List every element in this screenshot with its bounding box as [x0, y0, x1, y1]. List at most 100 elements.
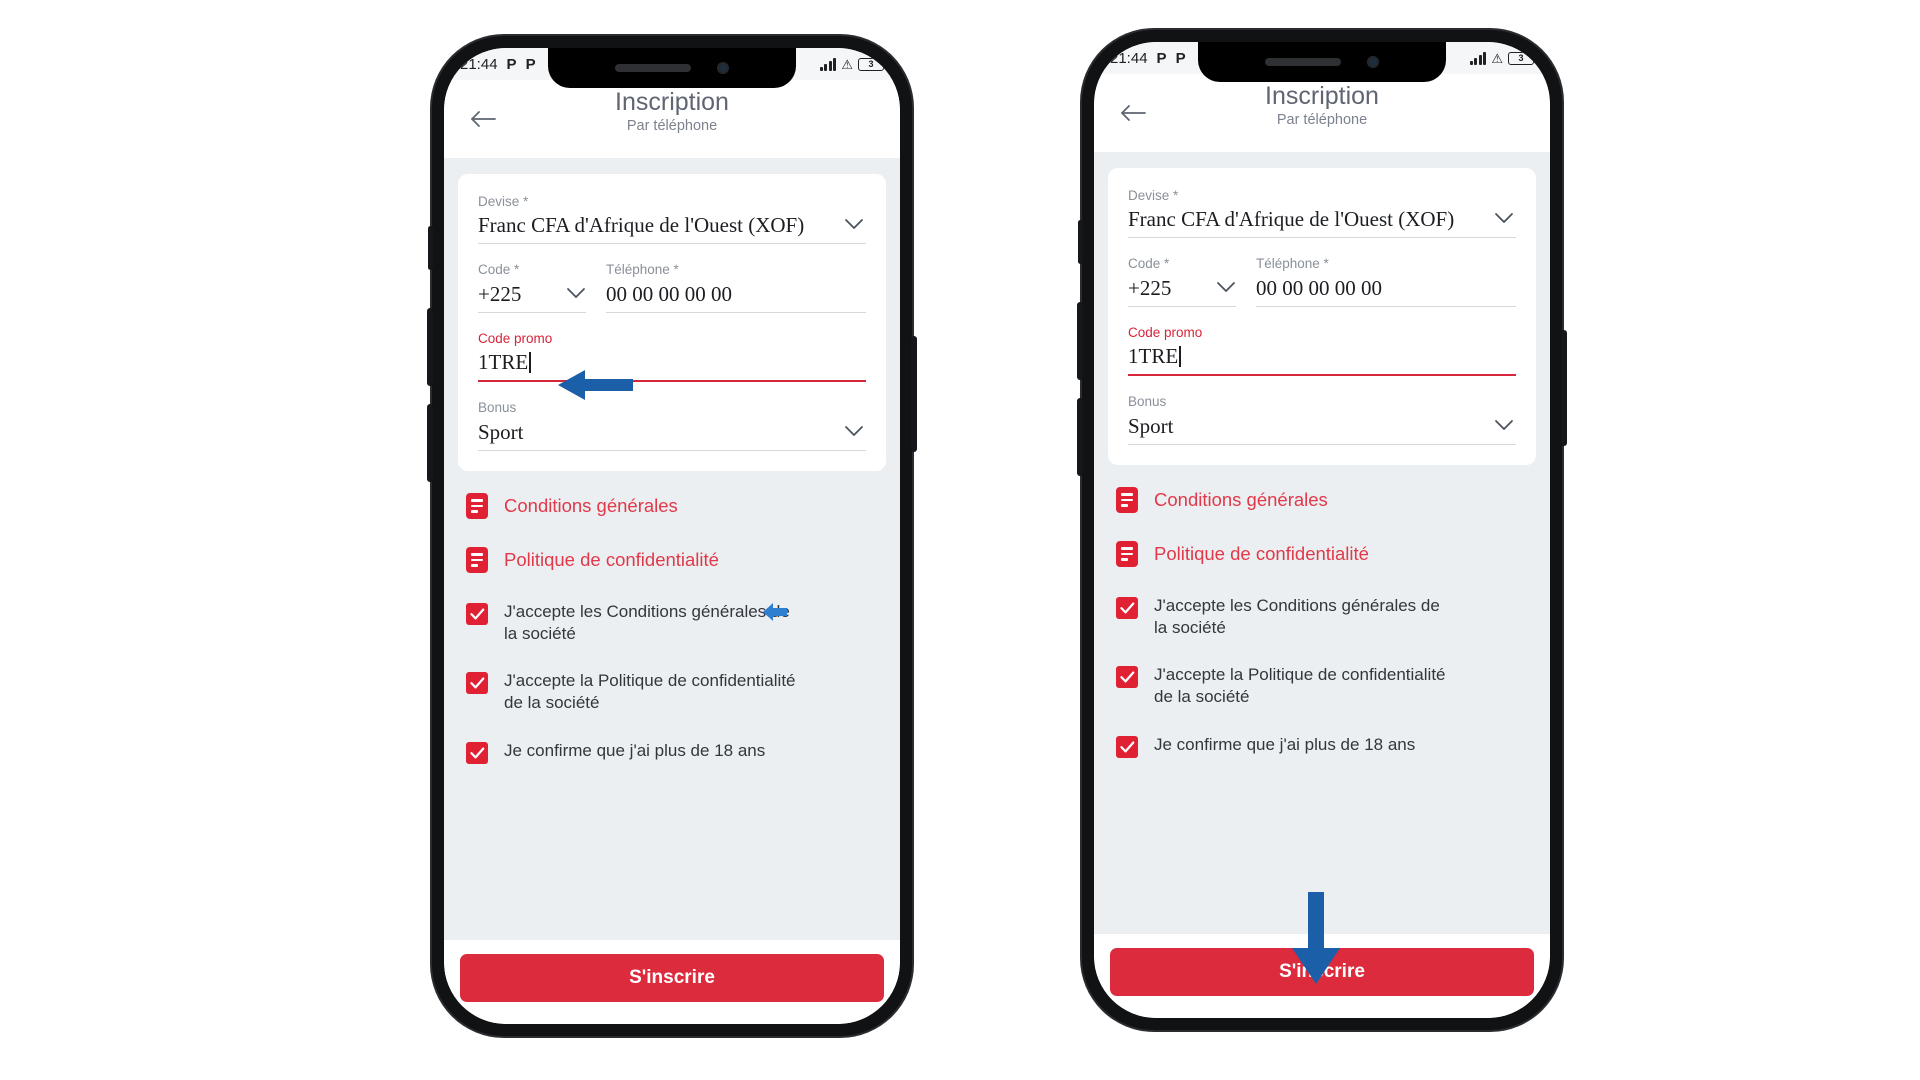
volume-up-button[interactable] — [427, 308, 433, 386]
volume-up-button[interactable] — [1077, 302, 1083, 380]
status-badge-2: P — [525, 55, 536, 73]
volume-down-button[interactable] — [427, 404, 433, 482]
phone-row: Code * +225 Téléphone * 00 00 00 00 00 — [1128, 256, 1516, 307]
checkbox-age-label: Je confirme que j'ai plus de 18 ans — [1154, 734, 1416, 754]
checkbox-checked-icon[interactable] — [466, 741, 488, 764]
checkbox-checked-icon[interactable] — [1116, 666, 1138, 689]
country-code-field[interactable]: Code * +225 — [478, 262, 586, 313]
currency-field[interactable]: Devise * Franc CFA d'Afrique de l'Ouest … — [1128, 188, 1516, 239]
phone-number-field[interactable]: Téléphone * 00 00 00 00 00 — [1256, 256, 1516, 307]
warning-triangle-icon: ⚠ — [1491, 50, 1503, 66]
signal-bars-icon — [1469, 51, 1487, 65]
phone-mockup-1: 21:44 P P ⚠ 3 Inscription Par téléphone … — [427, 36, 917, 1036]
terms-link-label: Conditions générales — [1154, 488, 1328, 510]
checkbox-checked-icon[interactable] — [1116, 735, 1138, 758]
phone-screen-1: 21:44 P P ⚠ 3 Inscription Par téléphone … — [444, 48, 900, 1024]
text-caret — [529, 352, 531, 374]
bonus-label: Bonus — [1128, 394, 1167, 410]
battery-icon: 3 — [858, 57, 887, 71]
document-icon — [466, 546, 488, 573]
device-notch — [548, 48, 796, 88]
status-time: 21:44 — [460, 55, 498, 73]
checkbox-privacy[interactable]: J'accepte la Politique de confidentialit… — [1116, 664, 1528, 708]
checkbox-age[interactable]: Je confirme que j'ai plus de 18 ans — [466, 740, 878, 764]
promo-code-label: Code promo — [1128, 324, 1203, 340]
submit-button[interactable]: S'inscrire — [1110, 948, 1534, 996]
document-icon — [1116, 540, 1138, 567]
phone-mockup-2: 21:44 P P ⚠ 3 Inscription Par téléphone … — [1077, 30, 1567, 1030]
promo-code-value-wrap[interactable]: 1TRE — [1128, 343, 1516, 374]
currency-underline — [478, 243, 866, 245]
phone-number-label: Téléphone * — [606, 262, 679, 278]
phone-number-field[interactable]: Téléphone * 00 00 00 00 00 — [606, 262, 866, 313]
bonus-field[interactable]: Bonus Sport — [1128, 394, 1516, 445]
privacy-link[interactable]: Politique de confidentialité — [1116, 540, 1528, 567]
status-time: 21:44 — [1110, 49, 1148, 67]
battery-level: 3 — [1518, 53, 1524, 63]
battery-icon: 3 — [1508, 51, 1537, 65]
checkbox-checked-icon[interactable] — [466, 602, 488, 625]
currency-underline — [1128, 237, 1516, 239]
page-title: Inscription — [615, 88, 729, 116]
legal-links: Conditions générales Politique de confid… — [458, 492, 886, 573]
privacy-link[interactable]: Politique de confidentialité — [466, 546, 878, 573]
device-notch — [1198, 42, 1446, 82]
signal-bars-icon — [819, 57, 837, 71]
phone-number-label: Téléphone * — [1256, 256, 1329, 272]
currency-value: Franc CFA d'Afrique de l'Ouest (XOF) — [478, 213, 805, 238]
mute-switch[interactable] — [428, 226, 433, 270]
promo-code-underline — [1128, 374, 1516, 377]
front-camera-icon — [717, 62, 729, 74]
terms-link-label: Conditions générales — [504, 494, 678, 516]
header-titles: Inscription Par téléphone — [1094, 82, 1550, 128]
page-title: Inscription — [1265, 82, 1379, 110]
checkbox-terms[interactable]: J'accepte les Conditions générales de la… — [466, 601, 878, 645]
mute-switch[interactable] — [1078, 220, 1083, 264]
currency-label: Devise * — [478, 194, 529, 209]
currency-label: Devise * — [1128, 188, 1179, 203]
checkbox-age-label: Je confirme que j'ai plus de 18 ans — [504, 740, 766, 760]
phone-number-value[interactable]: 00 00 00 00 00 — [1256, 275, 1516, 306]
header-titles: Inscription Par téléphone — [444, 88, 900, 134]
volume-down-button[interactable] — [1077, 398, 1083, 476]
checkbox-checked-icon[interactable] — [466, 672, 488, 695]
back-arrow-icon[interactable] — [462, 98, 504, 140]
bonus-value: Sport — [1128, 413, 1174, 438]
phone-number-value[interactable]: 00 00 00 00 00 — [606, 281, 866, 312]
consent-checkboxes: J'accepte les Conditions générales de la… — [458, 601, 886, 764]
status-badge-1: P — [506, 55, 517, 73]
footer-bar: S'inscrire — [1094, 934, 1550, 1018]
promo-code-field[interactable]: Code promo 1TRE — [478, 331, 866, 383]
submit-button[interactable]: S'inscrire — [460, 954, 884, 1002]
page-subtitle: Par téléphone — [1276, 111, 1368, 128]
promo-code-field[interactable]: Code promo 1TRE — [1128, 324, 1516, 377]
status-badge-1: P — [1156, 49, 1167, 67]
phone-bezel: 21:44 P P ⚠ 3 Inscription Par téléphone … — [444, 48, 900, 1024]
checkbox-terms-label: J'accepte les Conditions générales de la… — [504, 601, 790, 643]
checkbox-checked-icon[interactable] — [1116, 596, 1138, 619]
checkbox-age[interactable]: Je confirme que j'ai plus de 18 ans — [1116, 734, 1528, 758]
power-button[interactable] — [911, 336, 917, 452]
promo-code-value-wrap[interactable]: 1TRE — [478, 349, 866, 380]
earpiece-speaker — [615, 64, 691, 72]
status-bar-left: 21:44 P P — [460, 56, 536, 73]
country-code-underline — [478, 311, 586, 313]
status-badge-2: P — [1175, 49, 1186, 67]
power-button[interactable] — [1561, 330, 1567, 446]
country-code-label: Code * — [1128, 256, 1170, 272]
form-scroll-area: Devise * Franc CFA d'Afrique de l'Ouest … — [1094, 152, 1550, 934]
front-camera-icon — [1367, 56, 1379, 68]
terms-link[interactable]: Conditions générales — [466, 492, 878, 519]
currency-value: Franc CFA d'Afrique de l'Ouest (XOF) — [1128, 207, 1455, 232]
form-card: Devise * Franc CFA d'Afrique de l'Ouest … — [1108, 168, 1536, 465]
country-code-field[interactable]: Code * +225 — [1128, 256, 1236, 307]
currency-field[interactable]: Devise * Franc CFA d'Afrique de l'Ouest … — [478, 194, 866, 245]
terms-link[interactable]: Conditions générales — [1116, 486, 1528, 513]
promo-code-value: 1TRE — [1128, 344, 1179, 369]
form-card: Devise * Franc CFA d'Afrique de l'Ouest … — [458, 174, 886, 471]
document-icon — [1116, 486, 1138, 513]
checkbox-privacy[interactable]: J'accepte la Politique de confidentialit… — [466, 670, 878, 714]
checkbox-terms[interactable]: J'accepte les Conditions générales de la… — [1116, 595, 1528, 639]
bonus-field[interactable]: Bonus Sport — [478, 400, 866, 451]
back-arrow-icon[interactable] — [1112, 92, 1154, 134]
